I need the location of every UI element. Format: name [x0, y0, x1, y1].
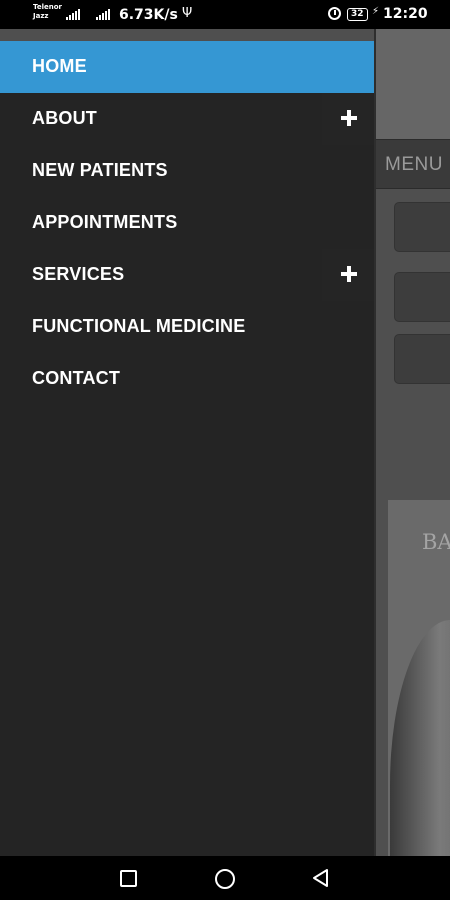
hero-image: BA	[388, 500, 450, 857]
charging-icon: ⚡	[372, 6, 380, 17]
system-navigation-bar	[0, 856, 450, 900]
drawer-item-contact[interactable]: CONTACT	[0, 353, 376, 405]
expand-services-button[interactable]	[322, 249, 376, 301]
home-button[interactable]	[195, 856, 255, 900]
drawer-edge	[374, 29, 376, 856]
drawer-item-label: SERVICES	[32, 264, 125, 284]
circle-icon	[215, 869, 235, 889]
drawer-item-home[interactable]: HOME	[0, 41, 376, 93]
hero-photo	[390, 620, 450, 857]
status-bar: Telenor Jazz 6.73K/s Ψ 32 ⚡ 12:20	[0, 0, 450, 29]
square-icon	[120, 870, 137, 887]
expand-about-button[interactable]	[322, 93, 376, 145]
signal-icon	[96, 8, 110, 20]
drawer-item-label: NEW PATIENTS	[32, 160, 168, 180]
navigation-drawer: HOME ABOUT NEW PATIENTS APPOINTMENTS SER…	[0, 41, 376, 856]
page-header	[376, 29, 450, 139]
drawer-item-label: CONTACT	[32, 368, 121, 388]
page-button[interactable]	[394, 202, 450, 252]
hero-image-text: BA	[422, 530, 450, 554]
alarm-icon	[328, 7, 341, 20]
drawer-item-label: ABOUT	[32, 108, 97, 128]
drawer-item-services[interactable]: SERVICES	[0, 249, 376, 301]
drawer-item-functional-medicine[interactable]: FUNCTIONAL MEDICINE	[0, 301, 376, 353]
drawer-item-about[interactable]: ABOUT	[0, 93, 376, 145]
page-button[interactable]	[394, 334, 450, 384]
plus-icon	[341, 110, 357, 126]
page-button[interactable]	[394, 272, 450, 322]
drawer-item-label: FUNCTIONAL MEDICINE	[32, 316, 246, 336]
network-speed: 6.73K/s	[119, 7, 178, 23]
signal-icon	[66, 8, 80, 20]
carrier-name: Telenor Jazz	[33, 3, 62, 21]
menu-label: MENU	[385, 154, 443, 175]
recents-button[interactable]	[99, 856, 159, 900]
usb-icon: Ψ	[182, 6, 193, 21]
menu-bar[interactable]: MENU	[376, 139, 450, 189]
carrier-line-2: Jazz	[33, 12, 49, 20]
back-button[interactable]	[291, 856, 351, 900]
drawer-item-label: APPOINTMENTS	[32, 212, 178, 232]
battery-indicator: 32	[347, 8, 368, 21]
status-time: 12:20	[383, 6, 428, 22]
drawer-item-appointments[interactable]: APPOINTMENTS	[0, 197, 376, 249]
triangle-icon	[313, 869, 328, 887]
carrier-line-1: Telenor	[33, 3, 62, 11]
drawer-item-new-patients[interactable]: NEW PATIENTS	[0, 145, 376, 197]
drawer-item-label: HOME	[32, 56, 87, 76]
plus-icon	[341, 266, 357, 282]
